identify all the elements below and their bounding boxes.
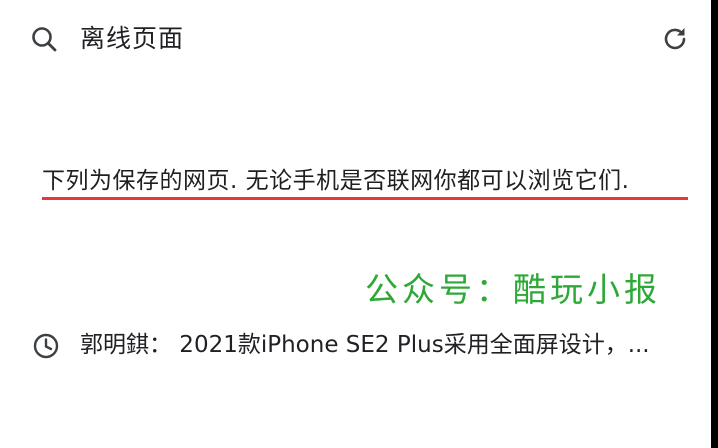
- refresh-icon[interactable]: [660, 24, 690, 54]
- red-underline: [42, 197, 688, 200]
- list-item[interactable]: 郭明錤： 2021款iPhone SE2 Plus采用全面屏设计，...: [0, 318, 711, 374]
- offline-pages-screen: 离线页面 下列为保存的网页. 无论手机是否联网你都可以浏览它们. 公众号：酷玩小…: [0, 0, 711, 448]
- clock-icon: [33, 333, 59, 359]
- watermark-text: 公众号：酷玩小报: [365, 270, 661, 309]
- offline-info-text: 下列为保存的网页. 无论手机是否联网你都可以浏览它们.: [42, 168, 630, 194]
- search-bar[interactable]: 离线页面: [0, 0, 711, 78]
- page-title: 离线页面: [80, 24, 185, 53]
- saved-page-title: 郭明錤： 2021款iPhone SE2 Plus采用全面屏设计，...: [80, 332, 650, 358]
- search-icon[interactable]: [30, 25, 58, 53]
